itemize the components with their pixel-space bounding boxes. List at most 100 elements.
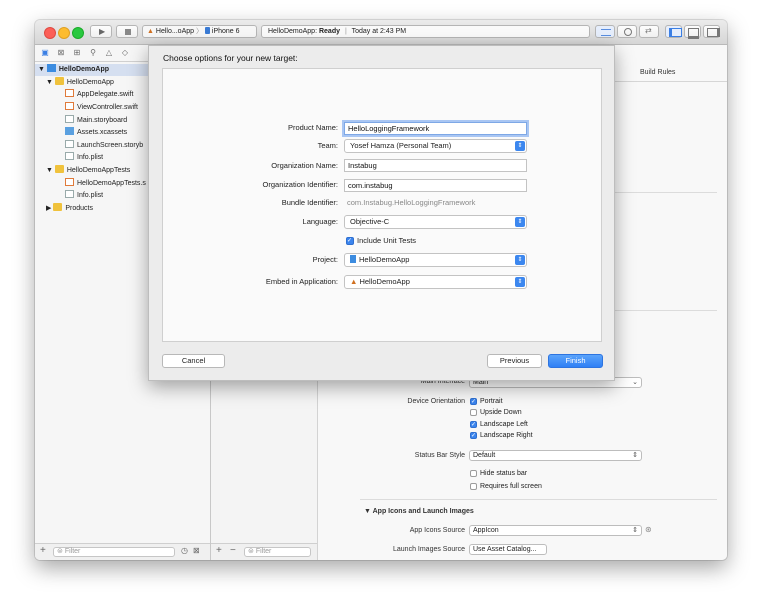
status-bar-style-value: Default: [473, 452, 496, 459]
popup-arrows-icon: ⇕: [515, 141, 525, 151]
upside-down-checkbox[interactable]: [470, 409, 477, 416]
disclosure-open-icon: ▼: [46, 167, 55, 174]
assistant-editor-button[interactable]: [617, 25, 637, 38]
use-asset-catalog-button[interactable]: Use Asset Catalog...: [469, 544, 547, 555]
filter-placeholder: Filter: [255, 548, 272, 555]
nav-item-label: HelloDemoApp: [66, 79, 114, 86]
symbol-tab-icon[interactable]: ⊞: [72, 48, 82, 58]
landscape-left-checkbox[interactable]: [470, 421, 477, 428]
hide-status-bar-label: Hide status bar: [480, 470, 528, 477]
go-to-icon[interactable]: ⊛: [645, 525, 652, 534]
landscape-right-label: Landscape Right: [480, 432, 533, 439]
storyboard-icon: [65, 115, 74, 123]
rings-icon: [624, 28, 632, 36]
disclosure-open-icon: ▼: [364, 508, 373, 515]
new-target-options-sheet: Choose options for your new target: Prod…: [148, 45, 615, 381]
toolbar: ▶ ▲ Hello...oApp 〉 iPhone 6 HelloDemoApp…: [35, 20, 727, 45]
nav-item-label: HelloDemoAppTests.s: [77, 180, 146, 187]
toggle-navigator-button[interactable]: [665, 25, 682, 38]
add-icon[interactable]: +: [40, 545, 46, 556]
bottom-panel-icon: [688, 28, 699, 39]
include-unit-tests-label: Include Unit Tests: [357, 236, 417, 245]
include-unit-tests-checkbox[interactable]: [346, 237, 354, 245]
app-icons-source-popup[interactable]: AppIcon ⇕: [469, 525, 642, 536]
zoom-window-button[interactable]: [72, 27, 84, 39]
popup-arrows-icon: ⇕: [515, 217, 525, 227]
remove-target-icon[interactable]: −: [230, 545, 236, 556]
folder-icon: [54, 77, 64, 85]
embed-in-application-popup[interactable]: ▲ HelloDemoApp ⇕: [344, 275, 527, 289]
right-panel-icon: [707, 28, 720, 37]
project-value: HelloDemoApp: [359, 255, 410, 264]
landscape-right-checkbox[interactable]: [470, 432, 477, 439]
warning-tab-icon[interactable]: △: [104, 48, 114, 58]
use-asset-catalog-label: Use Asset Catalog...: [473, 546, 537, 553]
organization-name-label: Organization Name:: [271, 161, 338, 170]
language-popup[interactable]: Objective-C ⇕: [344, 215, 527, 229]
scm-filter-icon[interactable]: ⊠: [193, 546, 200, 555]
add-target-icon[interactable]: +: [216, 545, 222, 556]
app-icons-section-header[interactable]: ▼ App Icons and Launch Images: [364, 507, 474, 517]
nav-item-label: LaunchScreen.storyb: [77, 142, 144, 149]
toggle-debug-button[interactable]: [684, 25, 701, 39]
portrait-checkbox[interactable]: [470, 398, 477, 405]
targets-bottom-bar: + − ⊜ Filter: [211, 543, 317, 560]
previous-button[interactable]: Previous: [487, 354, 542, 368]
scheme-device-label: iPhone 6: [211, 28, 240, 35]
left-panel-icon: [669, 28, 682, 37]
status-bar-style-popup[interactable]: Default ⇕: [469, 450, 642, 461]
project-popup[interactable]: HelloDemoApp ⇕: [344, 253, 527, 267]
test-tab-icon[interactable]: ◇: [120, 48, 130, 58]
hide-status-bar-checkbox[interactable]: [470, 470, 477, 477]
app-icon: ▲: [350, 277, 358, 286]
folder-icon: [54, 165, 64, 173]
project-label: Project:: [312, 255, 338, 264]
scheme-app-label: Hello...oApp: [155, 28, 195, 35]
status-app: HelloDemoApp:: [268, 28, 318, 35]
tab-build-rules[interactable]: Build Rules: [640, 68, 675, 78]
upside-down-label: Upside Down: [480, 409, 522, 416]
product-name-field[interactable]: HelloLoggingFramework: [344, 122, 527, 135]
status-state: Ready: [318, 28, 340, 35]
organization-identifier-field[interactable]: com.instabug: [344, 179, 527, 192]
search-tab-icon[interactable]: ⚲: [88, 48, 98, 58]
cancel-button[interactable]: Cancel: [162, 354, 225, 368]
folder-tab-icon[interactable]: ▣: [40, 48, 50, 58]
section-title: App Icons and Launch Images: [372, 508, 474, 515]
requires-full-screen-checkbox[interactable]: [470, 483, 477, 490]
language-label: Language:: [302, 217, 338, 226]
nav-item-label: Info.plist: [77, 154, 104, 161]
status-bar-style-label: Status Bar Style: [414, 452, 465, 459]
targets-filter-input[interactable]: ⊜ Filter: [244, 547, 311, 557]
version-editor-button[interactable]: ⇄: [639, 25, 659, 38]
organization-name-field[interactable]: Instabug: [344, 159, 527, 172]
navigator-filter-input[interactable]: ⊜ Filter: [53, 547, 175, 557]
run-button[interactable]: ▶: [90, 25, 112, 38]
section-divider: [360, 499, 717, 500]
nav-item-label: HelloDemoApp: [58, 66, 110, 73]
navigator-bottom-bar: + ⊜ Filter ◷ ⊠: [35, 543, 210, 560]
recent-files-icon[interactable]: ◷: [181, 546, 188, 555]
toggle-utilities-button[interactable]: [703, 25, 720, 38]
swift-file-icon: [65, 102, 74, 110]
scheme-selector[interactable]: ▲ Hello...oApp 〉 iPhone 6: [142, 25, 257, 38]
close-window-button[interactable]: [44, 27, 56, 39]
bundle-identifier-label: Bundle Identifier:: [281, 198, 338, 207]
finish-button[interactable]: Finish: [548, 354, 603, 368]
chevron-right-icon: 〉: [195, 28, 203, 35]
minimize-window-button[interactable]: [58, 27, 70, 39]
team-popup[interactable]: Yosef Hamza (Personal Team) ⇕: [344, 139, 527, 153]
disclosure-closed-icon: ▶: [46, 205, 54, 212]
stop-button[interactable]: [116, 25, 138, 38]
swift-file-icon: [65, 178, 74, 186]
app-icons-source-label: App Icons Source: [409, 527, 465, 534]
landscape-left-label: Landscape Left: [480, 421, 528, 428]
swift-file-icon: [65, 89, 74, 97]
chevron-updown-icon: ⇕: [632, 452, 638, 459]
bundle-identifier-value: com.Instabug.HelloLoggingFramework: [347, 198, 476, 207]
chevron-updown-icon: ⇕: [632, 527, 638, 534]
lines-icon: [601, 29, 611, 36]
standard-editor-button[interactable]: [595, 25, 615, 38]
options-panel: Product Name: HelloLoggingFramework Team…: [162, 68, 602, 342]
source-control-tab-icon[interactable]: ⊠: [56, 48, 66, 58]
